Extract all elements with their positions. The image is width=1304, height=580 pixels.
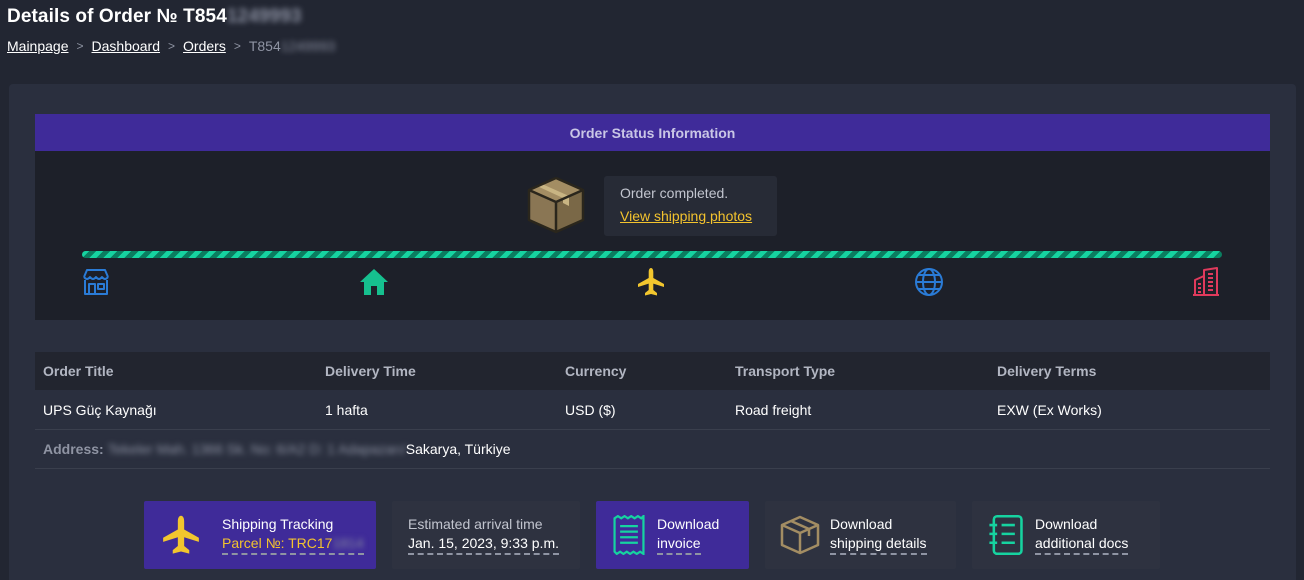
download-invoice-line2: invoice xyxy=(657,534,701,555)
breadcrumb-separator: > xyxy=(168,39,176,53)
parcel-number: Parcel №: TRC171814 xyxy=(222,534,364,555)
shipping-tracking-button[interactable]: Shipping Tracking Parcel №: TRC171814 xyxy=(144,501,376,569)
download-invoice-button[interactable]: Download invoice xyxy=(596,501,749,569)
package-icon xyxy=(527,176,585,234)
download-shipping-line2: shipping details xyxy=(830,534,927,555)
download-invoice-line1: Download xyxy=(657,516,720,532)
table-row: UPS Güç Kaynağı 1 hafta USD ($) Road fre… xyxy=(35,390,1270,430)
estimated-arrival-card: Estimated arrival time Jan. 15, 2023, 9:… xyxy=(392,501,580,569)
page-title: Details of Order № T8541249993 xyxy=(7,6,302,27)
home-icon xyxy=(360,269,388,295)
documents-icon xyxy=(989,514,1023,556)
column-header: Delivery Time xyxy=(325,363,416,379)
column-header: Delivery Terms xyxy=(997,363,1097,379)
store-icon xyxy=(83,269,109,295)
redacted-parcel-number: 1814 xyxy=(332,535,364,551)
order-title-value: UPS Güç Kaynağı xyxy=(43,401,157,418)
address-city: Sakarya, Türkiye xyxy=(405,441,511,457)
invoice-icon xyxy=(613,515,645,555)
address-row: Address: Tekeler Mah. 1366 Sk. No: 6/A2 … xyxy=(35,430,1270,469)
column-header: Transport Type xyxy=(735,363,836,379)
delivery-terms-value: EXW (Ex Works) xyxy=(997,401,1102,418)
estimated-arrival-label: Estimated arrival time xyxy=(408,516,543,532)
breadcrumb-mainpage[interactable]: Mainpage xyxy=(7,38,69,54)
breadcrumb-orders[interactable]: Orders xyxy=(183,38,226,54)
delivery-time-value: 1 hafta xyxy=(325,401,368,418)
download-docs-line1: Download xyxy=(1035,516,1098,532)
breadcrumb: Mainpage > Dashboard > Orders > T8541249… xyxy=(7,38,335,54)
building-icon xyxy=(1193,267,1219,296)
breadcrumb-separator: > xyxy=(76,39,84,53)
package-icon xyxy=(780,515,820,555)
redacted-address: Tekeler Mah. 1366 Sk. No: 6/A2 D: 1 Adap… xyxy=(107,441,406,457)
breadcrumb-current: T8541249993 xyxy=(248,38,336,54)
order-status-card: Order Status Information Order completed… xyxy=(35,114,1270,320)
column-header: Order Title xyxy=(43,363,114,379)
download-docs-line2: additional docs xyxy=(1035,534,1129,555)
status-message: Order completed. xyxy=(620,185,729,201)
transport-type-value: Road freight xyxy=(735,401,812,418)
currency-value: USD ($) xyxy=(565,401,616,418)
download-shipping-line1: Download xyxy=(830,516,893,532)
download-additional-docs-button[interactable]: Download additional docs xyxy=(972,501,1160,569)
status-message-bubble: Order completed. View shipping photos xyxy=(604,176,777,236)
airplane-icon xyxy=(163,515,199,554)
order-status-header: Order Status Information xyxy=(35,114,1270,151)
redacted-order-number: 1249993 xyxy=(280,38,336,54)
estimated-arrival-value: Jan. 15, 2023, 9:33 p.m. xyxy=(408,534,559,555)
view-shipping-photos-link[interactable]: View shipping photos xyxy=(620,208,777,224)
address-label: Address: xyxy=(43,441,104,457)
redacted-order-number: 1249993 xyxy=(226,6,302,27)
download-shipping-details-button[interactable]: Download shipping details xyxy=(765,501,956,569)
globe-icon xyxy=(915,268,943,296)
order-info-table: Order Title Delivery Time Currency Trans… xyxy=(35,352,1270,469)
breadcrumb-separator: > xyxy=(233,39,241,53)
breadcrumb-dashboard[interactable]: Dashboard xyxy=(92,38,161,54)
table-header: Order Title Delivery Time Currency Trans… xyxy=(35,352,1270,390)
column-header: Currency xyxy=(565,363,627,379)
shipping-progress-bar xyxy=(82,251,1222,258)
shipping-tracking-label: Shipping Tracking xyxy=(222,516,334,532)
airplane-icon xyxy=(638,268,664,296)
